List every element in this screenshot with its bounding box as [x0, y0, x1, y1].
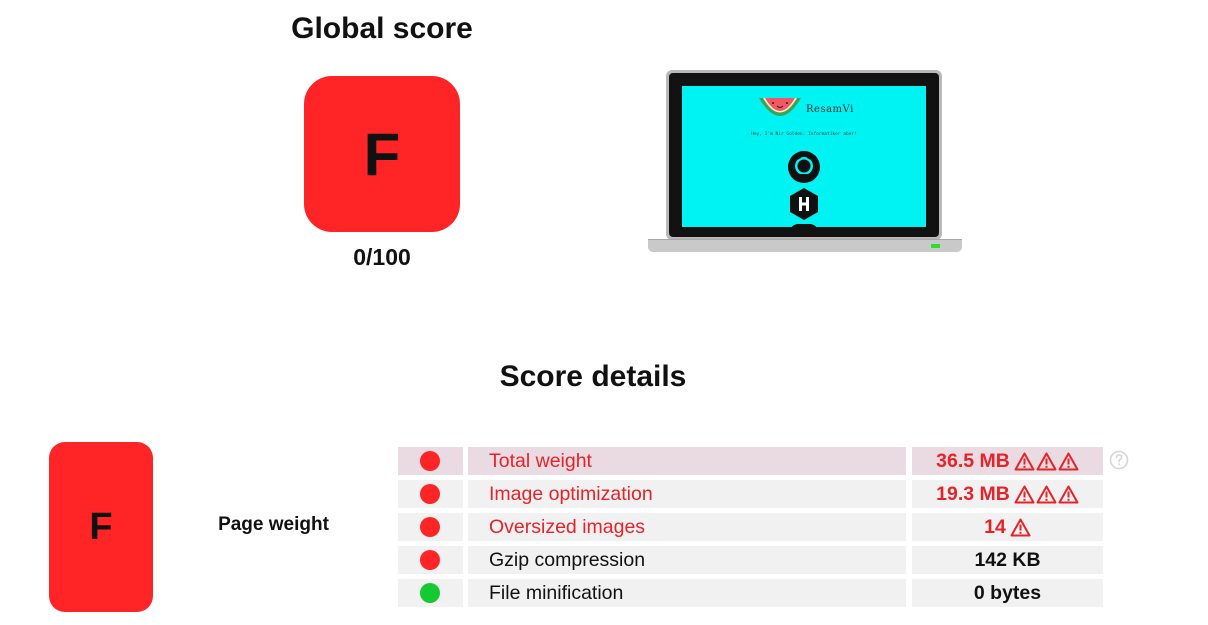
laptop-power-led: [931, 244, 940, 248]
metric-label: Image optimization: [468, 480, 906, 508]
laptop-bezel: ResamVi Hey, I'm Nir Golden. Informatike…: [669, 73, 939, 237]
status-cell: [398, 579, 463, 607]
metric-value-cell: 14: [912, 513, 1103, 541]
score-details-title: Score details: [499, 360, 687, 393]
metric-value-cell: 142 KB: [912, 546, 1103, 574]
metric-value: 14: [984, 516, 1006, 538]
global-score-value: 0/100: [353, 244, 411, 270]
warning-triangle-icon: [1036, 485, 1057, 503]
status-dot-icon: [420, 451, 440, 471]
laptop-base: [648, 239, 962, 252]
table-row[interactable]: Image optimization 19.3 MB: [398, 480, 1103, 508]
metric-label: Gzip compression: [468, 546, 906, 574]
github-logo-icon: [788, 151, 820, 183]
metric-value: 0 bytes: [973, 582, 1042, 604]
warning-icons: [1010, 518, 1031, 537]
category-label: Page weight: [218, 514, 329, 535]
laptop-lid: ResamVi Hey, I'm Nir Golden. Informatike…: [666, 70, 942, 240]
table-row[interactable]: Total weight 36.5 MB: [398, 447, 1103, 475]
watermelon-logo-icon: [759, 98, 801, 116]
metric-value-cell: 0 bytes: [912, 579, 1103, 607]
status-cell: [398, 480, 463, 508]
warning-triangle-icon: [1010, 518, 1031, 536]
category-grade-letter: F: [89, 505, 113, 548]
metric-value-cell: 36.5 MB: [912, 447, 1103, 475]
status-dot-icon: [420, 517, 440, 537]
warning-icons: [1014, 452, 1079, 471]
metric-label: File minification: [468, 579, 906, 607]
warning-triangle-icon: [1014, 485, 1035, 503]
help-icon[interactable]: [1109, 450, 1129, 470]
warning-triangle-icon: [1014, 452, 1035, 470]
page-screenshot-preview: ResamVi Hey, I'm Nir Golden. Informatike…: [648, 70, 962, 254]
hashnode-logo-icon: [790, 188, 818, 220]
status-cell: [398, 447, 463, 475]
warning-triangle-icon: [1058, 485, 1079, 503]
table-row[interactable]: Gzip compression 142 KB: [398, 546, 1103, 574]
site-name: ResamVi: [806, 104, 854, 115]
status-dot-icon: [420, 484, 440, 504]
global-grade-letter: F: [363, 120, 401, 188]
status-dot-icon: [420, 583, 440, 603]
status-cell: [398, 513, 463, 541]
category-grade-badge: F: [49, 442, 153, 612]
status-cell: [398, 546, 463, 574]
metric-label: Total weight: [468, 447, 906, 475]
metric-value: 142 KB: [974, 549, 1041, 571]
global-grade-badge: F: [304, 76, 460, 232]
metric-label: Oversized images: [468, 513, 906, 541]
status-dot-icon: [420, 550, 440, 570]
table-row[interactable]: File minification 0 bytes: [398, 579, 1103, 607]
metric-value-cell: 19.3 MB: [912, 480, 1103, 508]
warning-triangle-icon: [1036, 452, 1057, 470]
site-preview-screen: ResamVi Hey, I'm Nir Golden. Informatike…: [682, 86, 926, 227]
warning-icons: [1014, 485, 1079, 504]
warning-triangle-icon: [1058, 452, 1079, 470]
site-tagline: Hey, I'm Nir Golden. Informatiker aber!: [751, 132, 857, 137]
table-row[interactable]: Oversized images 14: [398, 513, 1103, 541]
metric-value: 36.5 MB: [936, 450, 1010, 472]
extra-link-icon: [790, 224, 818, 227]
global-score-title: Global score: [291, 12, 473, 45]
metric-value: 19.3 MB: [936, 483, 1010, 505]
